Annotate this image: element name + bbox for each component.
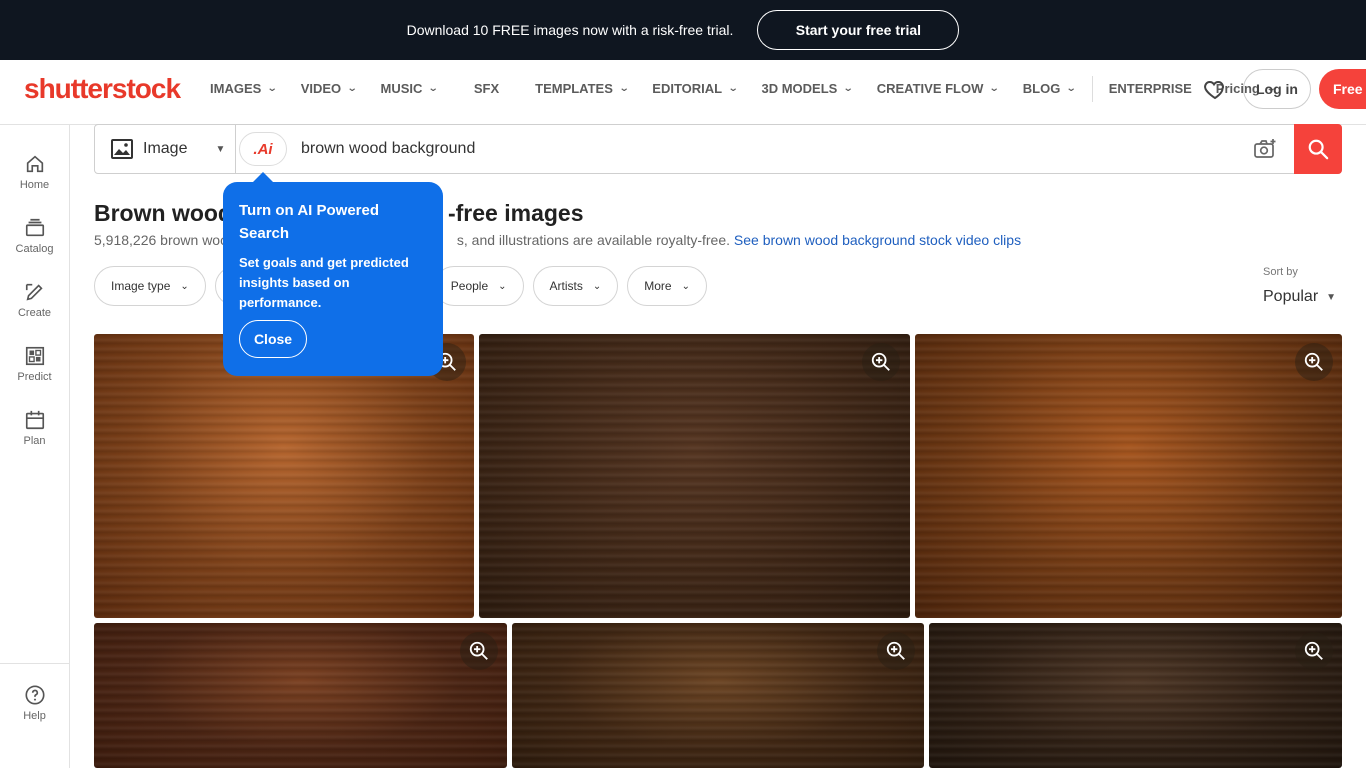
chevron-down-icon: ⌄ <box>989 83 1001 94</box>
chevron-down-icon: ⌄ <box>618 83 630 94</box>
nav-editorial[interactable]: EDITORIAL ⌄ <box>652 81 739 96</box>
home-icon <box>26 155 43 173</box>
filter-artists[interactable]: Artists ⌄ <box>532 266 619 306</box>
search-input[interactable] <box>301 125 1241 173</box>
search-icon <box>1308 139 1329 160</box>
sort-label: Sort by <box>1263 266 1298 278</box>
nav-sfx[interactable]: SFX <box>474 81 499 96</box>
site-header: shutterstock IMAGES ⌄ VIDEO ⌄ MUSIC ⌄ SFX T… <box>0 60 1366 125</box>
rail-item-help[interactable]: Help <box>0 684 69 722</box>
main-nav: IMAGES ⌄ VIDEO ⌄ MUSIC ⌄ SFX TEMPLATES ⌄ EDI… <box>210 60 1299 117</box>
result-image[interactable] <box>929 623 1342 768</box>
catalog-icon <box>25 218 44 237</box>
nav-video[interactable]: VIDEO ⌄ <box>301 81 358 96</box>
nav-divider <box>1091 75 1093 102</box>
chevron-down-icon: ⌄ <box>592 280 602 292</box>
result-image[interactable] <box>512 623 924 768</box>
zoom-icon[interactable] <box>862 343 900 381</box>
chevron-down-icon: ⌄ <box>681 280 690 292</box>
caret-down-icon: ▼ <box>1326 291 1337 303</box>
filter-people[interactable]: People ⌄ <box>433 266 524 306</box>
zoom-icon[interactable] <box>1295 632 1333 670</box>
nav-3d-models[interactable]: 3D MODELS ⌄ <box>762 81 854 96</box>
image-icon <box>111 139 133 159</box>
media-type-dropdown[interactable]: Image ▼ <box>95 125 236 173</box>
popover-title: Turn on AI Powered Search <box>239 202 380 242</box>
nav-music[interactable]: MUSIC ⌄ <box>381 81 440 96</box>
popover-close-button[interactable]: Close <box>239 320 307 358</box>
chevron-down-icon: ⌄ <box>346 83 358 94</box>
free-trial-button[interactable]: Free t <box>1319 69 1366 109</box>
promo-bar: Download 10 FREE images now with a risk-… <box>0 0 1366 60</box>
rail-item-plan[interactable]: Plan <box>0 409 69 447</box>
start-free-trial-button[interactable]: Start your free trial <box>757 10 960 50</box>
chevron-down-icon: ⌄ <box>428 83 440 94</box>
ai-search-popover: Turn on AI Powered Search Set goals and … <box>223 182 443 376</box>
predict-icon <box>25 346 44 366</box>
camera-search-icon[interactable] <box>1253 137 1277 161</box>
nav-blog[interactable]: BLOG ⌄ <box>1023 81 1077 96</box>
nav-creative-flow[interactable]: CREATIVE FLOW ⌄ <box>877 81 1001 96</box>
nav-templates[interactable]: TEMPLATES ⌄ <box>535 81 630 96</box>
rail-item-home[interactable]: Home <box>0 153 69 191</box>
nav-enterprise[interactable]: ENTERPRISE <box>1109 81 1192 96</box>
result-image[interactable] <box>94 623 507 768</box>
result-image[interactable] <box>94 334 474 618</box>
left-rail: Home Catalog Create Predict Plan Help <box>0 125 70 768</box>
chevron-down-icon: ⌄ <box>1066 83 1077 94</box>
video-clips-link[interactable]: See brown wood background stock video cl… <box>734 232 1021 248</box>
ai-search-toggle[interactable]: .Ai <box>239 132 287 166</box>
zoom-icon[interactable] <box>460 632 498 670</box>
filter-image-type[interactable]: Image type ⌄ <box>94 266 206 306</box>
heart-icon[interactable] <box>1203 77 1227 101</box>
nav-images[interactable]: IMAGES ⌄ <box>210 81 278 96</box>
rail-footer: Help <box>0 663 69 768</box>
filter-more[interactable]: More ⌄ <box>627 266 707 306</box>
chevron-down-icon: ⌄ <box>267 83 278 94</box>
chevron-down-icon: ⌄ <box>843 83 854 94</box>
rail-item-predict[interactable]: Predict <box>0 345 69 383</box>
search-bar: Image ▼ .Ai <box>94 124 1342 174</box>
login-button[interactable]: Log in <box>1243 69 1311 109</box>
shutterstock-logo[interactable]: shutterstock <box>24 73 181 105</box>
promo-text: Download 10 FREE images now with a risk-… <box>406 22 734 38</box>
search-button[interactable] <box>1294 124 1342 174</box>
zoom-icon[interactable] <box>1295 343 1333 381</box>
result-image[interactable] <box>479 334 910 618</box>
result-image[interactable] <box>915 334 1342 618</box>
rail-item-create[interactable]: Create <box>0 281 69 319</box>
rail-item-catalog[interactable]: Catalog <box>0 217 69 255</box>
zoom-icon[interactable] <box>877 632 915 670</box>
caret-down-icon: ▼ <box>215 143 226 155</box>
chevron-down-icon: ⌄ <box>498 280 507 292</box>
popover-body: Set goals and get predicted insights bas… <box>239 255 409 310</box>
chevron-down-icon: ⌄ <box>180 280 189 292</box>
help-icon <box>24 685 45 705</box>
create-icon <box>25 283 43 301</box>
chevron-down-icon: ⌄ <box>727 83 739 94</box>
sort-dropdown[interactable]: Popular ▼ <box>1263 288 1336 306</box>
calendar-icon <box>25 410 44 430</box>
